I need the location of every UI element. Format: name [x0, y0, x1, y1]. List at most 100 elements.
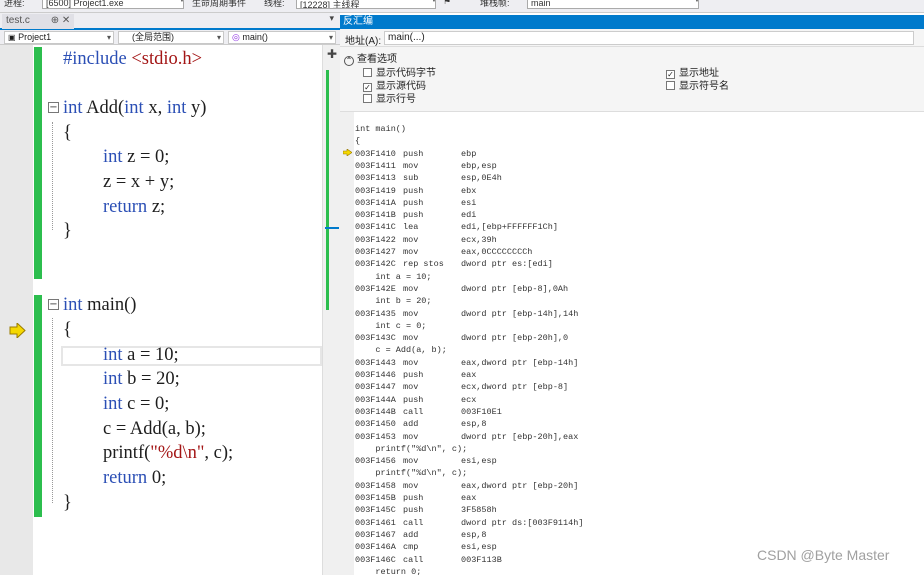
source-line-row[interactable]: int main(): [355, 123, 406, 135]
keyword: return: [103, 468, 148, 488]
instruction-mnemonic: mov: [403, 456, 419, 467]
source-line-row[interactable]: c = Add(a, b);: [355, 344, 446, 356]
disassembly-margin[interactable]: [340, 112, 354, 575]
instruction-row[interactable]: 003F145B push eax: [355, 492, 476, 504]
instruction-row[interactable]: 003F1411 mov ebp,esp: [355, 160, 497, 172]
instruction-mnemonic: call: [403, 517, 424, 528]
code-line: }: [63, 221, 72, 241]
instruction-row[interactable]: 003F1443 mov eax,dword ptr [ebp-14h]: [355, 357, 578, 369]
instruction-mnemonic: cmp: [403, 542, 419, 553]
split-icon[interactable]: ✚: [327, 47, 337, 61]
collapse-icon[interactable]: −: [48, 299, 59, 310]
instruction-mnemonic: push: [403, 148, 424, 159]
source-line-row[interactable]: printf("%d\n", c);: [355, 467, 467, 479]
collapse-icon[interactable]: −: [48, 102, 59, 113]
instruction-row[interactable]: 003F1461 call dword ptr ds:[003F9114h]: [355, 517, 583, 529]
instruction-row[interactable]: 003F1458 mov eax,dword ptr [ebp-20h]: [355, 480, 578, 492]
keyword: return: [103, 197, 148, 217]
instruction-row[interactable]: 003F1422 mov ecx,39h: [355, 234, 497, 246]
function-dropdown[interactable]: ◎ main() ▾: [228, 31, 336, 44]
instruction-mnemonic: mov: [403, 333, 419, 344]
disassembly-window-title[interactable]: 反汇编: [340, 15, 924, 29]
instruction-address: 003F144B: [355, 406, 396, 417]
tab-test-c[interactable]: test.c ⊕ ✕: [2, 14, 75, 29]
instruction-row[interactable]: 003F141B push edi: [355, 209, 476, 221]
keyword: int: [103, 394, 123, 414]
instruction-row[interactable]: 003F144A push ecx: [355, 394, 476, 406]
instruction-row[interactable]: 003F1419 push ebx: [355, 185, 476, 197]
chevron-down-icon: ▼: [430, 0, 438, 4]
keyword: int: [124, 98, 144, 118]
thread-dropdown[interactable]: [12228] 主线程: [296, 0, 436, 9]
project-dropdown[interactable]: ▣ Project1 ▾: [4, 31, 114, 44]
instruction-row[interactable]: 003F1450 add esp,8: [355, 418, 487, 430]
instruction-row[interactable]: 003F1413 sub esp,0E4h: [355, 172, 502, 184]
source-line-row[interactable]: {: [355, 135, 360, 147]
flag-icon[interactable]: ⚑: [443, 0, 451, 7]
lifecycle-events-button[interactable]: 生命周期事件: [192, 0, 246, 9]
printf-call: printf(: [103, 443, 151, 463]
disassembly-listing[interactable]: int main(){003F1410 push ebp 003F1411 mov ebp…: [340, 112, 924, 575]
instruction-row[interactable]: 003F1410 push ebp: [355, 148, 476, 160]
format-string: "%d\n": [150, 443, 205, 463]
checkbox-show-symbol-names[interactable]: 显示符号名: [666, 77, 729, 92]
stack-frame-dropdown[interactable]: main: [527, 0, 699, 9]
instruction-row[interactable]: 003F1427 mov eax,0CCCCCCCCh: [355, 246, 532, 258]
instruction-row[interactable]: 003F141C lea edi,[ebp+FFFFFF1Ch]: [355, 221, 558, 233]
address-label: 地址(A):: [345, 36, 382, 47]
instruction-row[interactable]: 003F141A push esi: [355, 197, 476, 209]
instruction-address: 003F1458: [355, 480, 396, 491]
keyword: int: [103, 345, 123, 365]
chevron-down-icon: ▾: [328, 33, 333, 42]
vertical-scrollbar[interactable]: ✚: [322, 45, 340, 575]
process-dropdown[interactable]: [6500] Project1.exe: [42, 0, 184, 9]
instruction-address: 003F1410: [355, 148, 396, 159]
pin-icon[interactable]: ⊕: [51, 15, 59, 26]
instruction-pointer-icon: [343, 149, 352, 156]
instruction-row[interactable]: 003F1467 add esp,8: [355, 529, 487, 541]
collapse-icon[interactable]: ⌃: [344, 56, 354, 66]
instruction-row[interactable]: 003F1456 mov esi,esp: [355, 455, 497, 467]
source-line-row[interactable]: return 0;: [355, 566, 421, 575]
function-name: main(): [242, 32, 268, 42]
function-icon: ◎: [232, 32, 240, 42]
close-icon[interactable]: ✕: [62, 15, 70, 26]
instruction-row[interactable]: 003F146A cmp esi,esp: [355, 541, 497, 553]
current-line-highlight: [61, 346, 322, 366]
instruction-row[interactable]: 003F1447 mov ecx,dword ptr [ebp-8]: [355, 381, 568, 393]
source-line-row[interactable]: int c = 0;: [355, 320, 426, 332]
instruction-row[interactable]: 003F142C rep stos dword ptr es:[edi]: [355, 258, 553, 270]
instruction-row[interactable]: 003F144B call 003F10E1: [355, 406, 502, 418]
instruction-address: 003F1443: [355, 357, 396, 368]
instruction-address: 003F146A: [355, 542, 396, 553]
tab-overflow-icon[interactable]: ▾: [329, 13, 334, 24]
instruction-address: 003F141C: [355, 222, 396, 233]
instruction-operands: esp,0E4h: [461, 173, 502, 184]
address-bar: 地址(A): main(...): [340, 29, 924, 47]
source-line-row[interactable]: printf("%d\n", c);: [355, 443, 467, 455]
source-line-row[interactable]: int b = 20;: [355, 295, 431, 307]
instruction-row[interactable]: 003F1453 mov dword ptr [ebp-20h],eax: [355, 431, 578, 443]
instruction-row[interactable]: 003F145C push 3F5858h: [355, 504, 497, 516]
instruction-operands: ebp,esp: [461, 160, 497, 171]
instruction-row[interactable]: 003F142E mov dword ptr [ebp-8],0Ah: [355, 283, 568, 295]
checkbox-box[interactable]: [363, 94, 372, 103]
code-line: int main(): [63, 295, 137, 315]
checkbox-box[interactable]: [363, 68, 372, 77]
instruction-address: 003F143C: [355, 333, 396, 344]
code-editor[interactable]: − − #include <stdio.h> int Add(int x, in…: [0, 45, 340, 575]
checkbox-show-line-numbers[interactable]: 显示行号: [363, 90, 416, 105]
instruction-address: 003F1461: [355, 517, 396, 528]
checkbox-box[interactable]: [666, 81, 675, 90]
instruction-row[interactable]: 003F1446 push eax: [355, 369, 476, 381]
instruction-address: 003F145B: [355, 493, 396, 503]
scope-dropdown[interactable]: (全局范围) ▾: [118, 31, 224, 44]
instruction-row[interactable]: 003F146C call 003F113B: [355, 554, 502, 566]
include-directive: #include: [63, 49, 127, 69]
address-input[interactable]: main(...): [384, 31, 914, 45]
code-area[interactable]: − − #include <stdio.h> int Add(int x, in…: [0, 45, 322, 575]
instruction-row[interactable]: 003F1435 mov dword ptr [ebp-14h],14h: [355, 308, 578, 320]
instruction-row[interactable]: 003F143C mov dword ptr [ebp-20h],0: [355, 332, 568, 344]
instruction-operands: esi,esp: [461, 542, 497, 553]
source-line-row[interactable]: int a = 10;: [355, 271, 431, 283]
